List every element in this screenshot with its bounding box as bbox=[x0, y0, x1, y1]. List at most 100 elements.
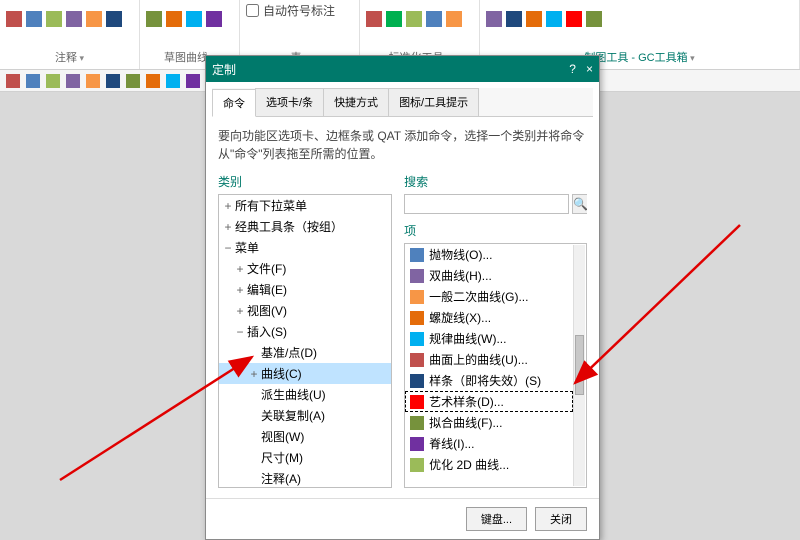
item-icon bbox=[410, 290, 424, 304]
tool-icon[interactable] bbox=[566, 11, 582, 27]
tool-icon[interactable] bbox=[526, 11, 542, 27]
tool-icon[interactable] bbox=[146, 11, 162, 27]
list-item[interactable]: 抛物线(O)... bbox=[405, 244, 573, 265]
tool-icon[interactable] bbox=[86, 11, 102, 27]
expand-icon[interactable]: + bbox=[223, 220, 233, 234]
item-icon bbox=[410, 437, 424, 451]
tool-icon[interactable] bbox=[426, 11, 442, 27]
category-tree[interactable]: +所有下拉菜单+经典工具条（按组）−菜单+文件(F)+编辑(E)+视图(V)−插… bbox=[218, 194, 392, 488]
tree-row[interactable]: 派生曲线(U) bbox=[219, 384, 391, 405]
tree-row[interactable]: +视图(V) bbox=[219, 300, 391, 321]
qa-icon[interactable] bbox=[166, 74, 180, 88]
expand-icon[interactable]: + bbox=[235, 262, 245, 276]
item-label: 规律曲线(W)... bbox=[429, 330, 506, 347]
scrollbar-thumb[interactable] bbox=[575, 335, 584, 395]
tab-icons[interactable]: 图标/工具提示 bbox=[388, 88, 479, 116]
search-input[interactable] bbox=[404, 194, 569, 214]
dialog-tabs: 命令 选项卡/条 快捷方式 图标/工具提示 bbox=[212, 88, 593, 117]
expand-icon[interactable]: + bbox=[235, 283, 245, 297]
tool-icon[interactable] bbox=[486, 11, 502, 27]
keyboard-button[interactable]: 键盘... bbox=[466, 507, 527, 531]
tool-icon[interactable] bbox=[206, 11, 222, 27]
item-icon bbox=[410, 269, 424, 283]
expand-icon[interactable]: + bbox=[249, 367, 259, 381]
item-label: 优化 2D 曲线... bbox=[429, 456, 509, 473]
expand-icon[interactable]: − bbox=[223, 241, 233, 255]
qa-icon[interactable] bbox=[6, 74, 20, 88]
item-label: 双曲线(H)... bbox=[429, 267, 492, 284]
tab-shortcuts[interactable]: 快捷方式 bbox=[323, 88, 389, 116]
tree-row[interactable]: +编辑(E) bbox=[219, 279, 391, 300]
magnifier-icon: 🔍 bbox=[573, 197, 587, 211]
customize-dialog: 定制 ? × 命令 选项卡/条 快捷方式 图标/工具提示 要向功能区选项卡、边框… bbox=[205, 55, 600, 540]
expand-icon[interactable]: + bbox=[235, 304, 245, 318]
list-item[interactable]: 脊线(I)... bbox=[405, 433, 573, 454]
tree-row[interactable]: +经典工具条（按组） bbox=[219, 216, 391, 237]
list-item[interactable]: 曲面上的曲线(U)... bbox=[405, 349, 573, 370]
list-item[interactable]: 优化 2D 曲线... bbox=[405, 454, 573, 475]
tool-icon[interactable] bbox=[386, 11, 402, 27]
item-icon bbox=[410, 353, 424, 367]
tool-icon[interactable] bbox=[106, 11, 122, 27]
tree-row[interactable]: −菜单 bbox=[219, 237, 391, 258]
list-item[interactable]: 拟合曲线(F)... bbox=[405, 412, 573, 433]
tool-icon[interactable] bbox=[166, 11, 182, 27]
tool-icon[interactable] bbox=[406, 11, 422, 27]
dialog-hint: 要向功能区选项卡、边框条或 QAT 添加命令，选择一个类别并将命令从"命令"列表… bbox=[218, 127, 587, 163]
list-item[interactable]: 一般二次曲线(G)... bbox=[405, 286, 573, 307]
list-item[interactable]: 螺旋线(X)... bbox=[405, 307, 573, 328]
dialog-titlebar[interactable]: 定制 ? × bbox=[206, 56, 599, 82]
item-label: 脊线(I)... bbox=[429, 435, 474, 452]
items-list[interactable]: 抛物线(O)... 双曲线(H)... 一般二次曲线(G)...螺旋线(X)... 规… bbox=[404, 243, 587, 488]
qa-icon[interactable] bbox=[186, 74, 200, 88]
close-button[interactable]: 关闭 bbox=[535, 507, 587, 531]
scrollbar[interactable] bbox=[573, 245, 585, 486]
items-label: 项 bbox=[404, 222, 587, 239]
expand-icon[interactable]: − bbox=[235, 325, 245, 339]
tree-row[interactable]: 关联复制(A) bbox=[219, 405, 391, 426]
item-label: 拟合曲线(F)... bbox=[429, 414, 502, 431]
tool-icon[interactable] bbox=[66, 11, 82, 27]
tool-icon[interactable] bbox=[26, 11, 42, 27]
tool-icon[interactable] bbox=[186, 11, 202, 27]
tool-icon[interactable] bbox=[446, 11, 462, 27]
tree-row[interactable]: 尺寸(M) bbox=[219, 447, 391, 468]
search-button[interactable]: 🔍 bbox=[572, 194, 587, 214]
tab-commands[interactable]: 命令 bbox=[212, 89, 256, 117]
item-icon bbox=[410, 458, 424, 472]
tool-icon[interactable] bbox=[546, 11, 562, 27]
auto-symbol-checkbox[interactable]: 自动符号标注 bbox=[246, 2, 353, 19]
tree-row[interactable]: +曲线(C) bbox=[219, 363, 391, 384]
help-icon[interactable]: ? bbox=[569, 62, 576, 76]
tree-row[interactable]: +所有下拉菜单 bbox=[219, 195, 391, 216]
list-item[interactable]: 样条（即将失效）(S) bbox=[405, 370, 573, 391]
close-icon[interactable]: × bbox=[586, 62, 593, 76]
tool-icon[interactable] bbox=[506, 11, 522, 27]
tool-icon[interactable] bbox=[46, 11, 62, 27]
qa-icon[interactable] bbox=[126, 74, 140, 88]
qa-icon[interactable] bbox=[66, 74, 80, 88]
qa-icon[interactable] bbox=[146, 74, 160, 88]
item-icon bbox=[410, 332, 424, 346]
qa-icon[interactable] bbox=[46, 74, 60, 88]
tree-row[interactable]: −插入(S) bbox=[219, 321, 391, 342]
checkbox-icon[interactable] bbox=[246, 4, 259, 17]
tool-icon[interactable] bbox=[6, 11, 22, 27]
item-label: 抛物线(O)... bbox=[429, 246, 492, 263]
item-label: 样条（即将失效）(S) bbox=[429, 372, 541, 389]
tree-row[interactable]: 基准/点(D) bbox=[219, 342, 391, 363]
ribbon-group-label[interactable]: 注释 bbox=[6, 49, 133, 67]
tree-row[interactable]: +文件(F) bbox=[219, 258, 391, 279]
tab-tabstrips[interactable]: 选项卡/条 bbox=[255, 88, 324, 116]
tool-icon[interactable] bbox=[366, 11, 382, 27]
list-item[interactable]: 双曲线(H)... bbox=[405, 265, 573, 286]
qa-icon[interactable] bbox=[106, 74, 120, 88]
list-item[interactable]: 规律曲线(W)... bbox=[405, 328, 573, 349]
tree-row[interactable]: 视图(W) bbox=[219, 426, 391, 447]
qa-icon[interactable] bbox=[26, 74, 40, 88]
expand-icon[interactable]: + bbox=[223, 199, 233, 213]
qa-icon[interactable] bbox=[86, 74, 100, 88]
tree-row[interactable]: 注释(A) bbox=[219, 468, 391, 488]
tool-icon[interactable] bbox=[586, 11, 602, 27]
list-item[interactable]: 艺术样条(D)... bbox=[405, 391, 573, 412]
